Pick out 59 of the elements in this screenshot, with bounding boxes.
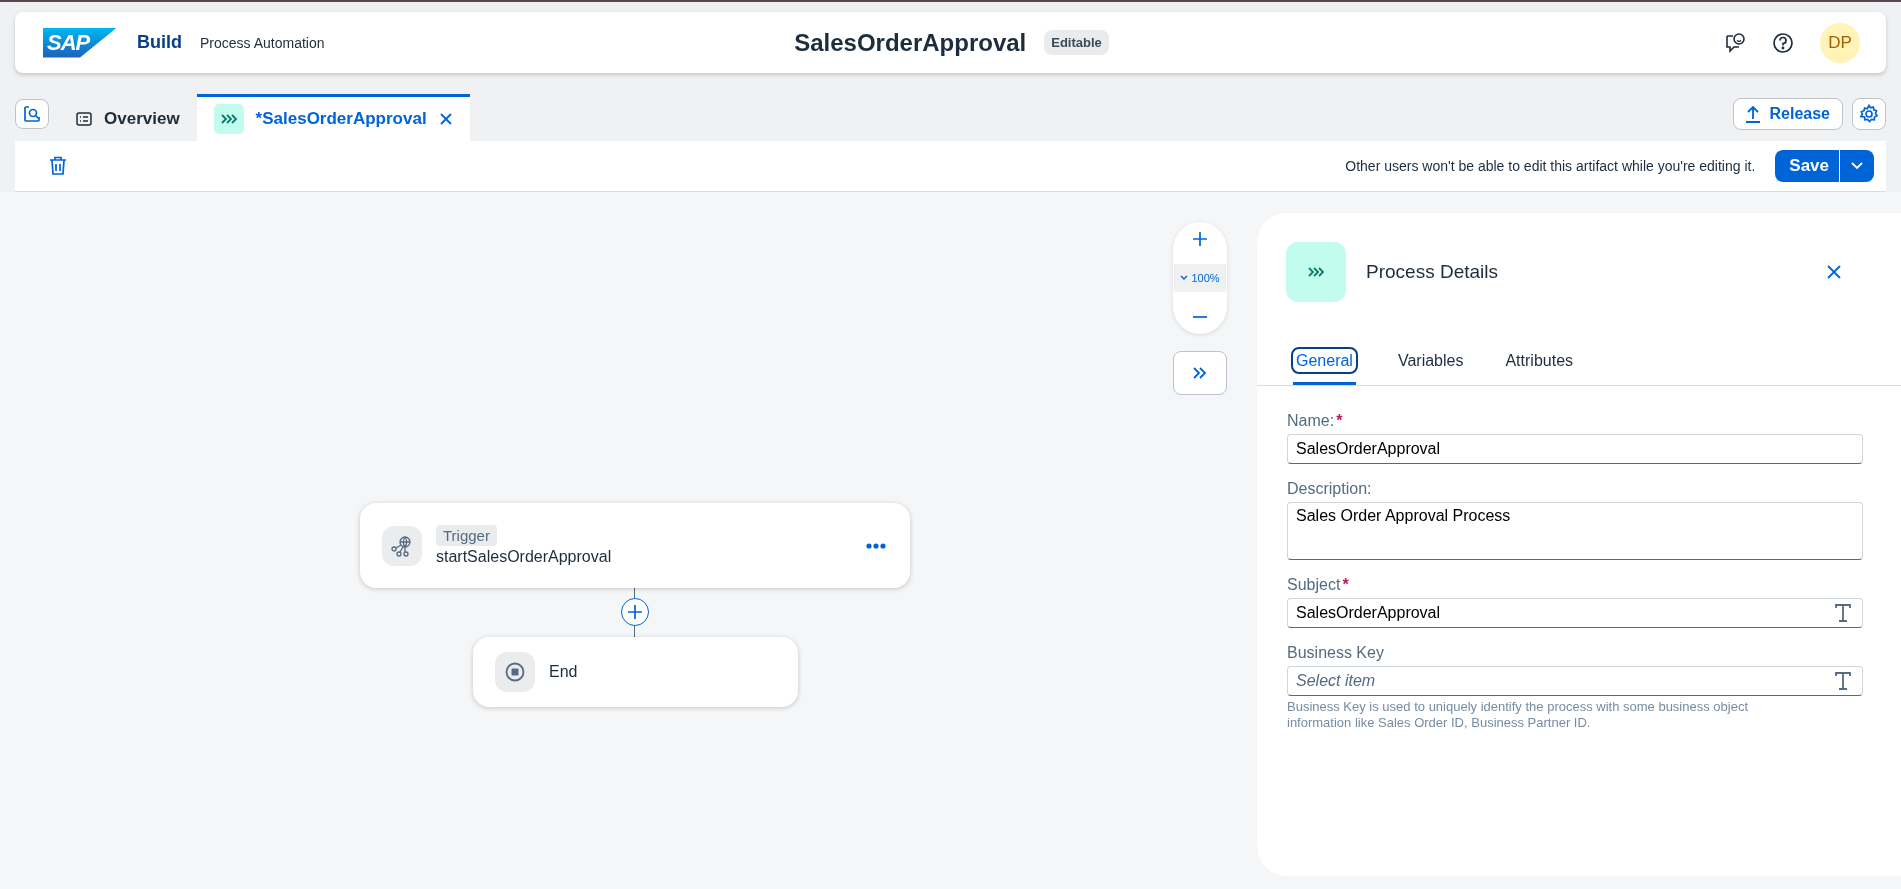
editor-tab[interactable]: Overview — [59, 94, 197, 141]
process-icon — [213, 104, 244, 134]
panel-tab[interactable]: Attributes — [1489, 346, 1590, 385]
required-mark: * — [1342, 576, 1349, 593]
end-node[interactable]: End — [473, 637, 798, 707]
field-label: Name: — [1287, 412, 1335, 429]
settings-icon — [1859, 104, 1879, 124]
caret-icon — [1850, 161, 1864, 171]
process-icon — [1286, 242, 1346, 302]
stop-icon — [505, 662, 525, 682]
panel-tab[interactable]: Variables — [1381, 346, 1480, 385]
search-button[interactable] — [15, 99, 49, 129]
text-area[interactable]: Sales Order Approval Process — [1287, 502, 1863, 560]
status-badge: Editable — [1044, 30, 1109, 55]
panel-tab[interactable]: General — [1293, 346, 1356, 385]
text-format-icon[interactable] — [1834, 603, 1852, 623]
zoom-level-button[interactable]: 100% — [1174, 264, 1226, 292]
save-menu-button[interactable] — [1839, 150, 1874, 182]
input-field[interactable]: Select item — [1287, 666, 1863, 696]
field-label: Subject — [1287, 576, 1341, 593]
add-step-button[interactable] — [621, 598, 649, 626]
plus-icon — [627, 604, 643, 620]
search-icon — [23, 105, 41, 123]
plus-icon — [1193, 232, 1207, 246]
field-label: Business Key — [1287, 644, 1384, 661]
settings-button[interactable] — [1852, 98, 1886, 130]
field-label: Description: — [1287, 480, 1372, 497]
network-icon — [391, 534, 413, 557]
panel-title: Process Details — [1366, 261, 1499, 283]
product-name: Build — [137, 32, 182, 53]
page-title: SalesOrderApproval — [794, 28, 1027, 57]
user-avatar[interactable]: DP — [1820, 22, 1860, 63]
feedback-icon[interactable] — [1724, 31, 1746, 54]
node-label: startSalesOrderApproval — [436, 548, 612, 566]
save-button[interactable]: Save — [1775, 150, 1839, 182]
node-type-tag: Trigger — [436, 525, 497, 546]
caret-icon — [1180, 275, 1189, 281]
node-label: End — [549, 663, 578, 681]
help-icon[interactable] — [1772, 31, 1794, 54]
upload-icon — [1743, 104, 1762, 124]
required-mark: * — [1336, 412, 1343, 429]
close-icon[interactable] — [438, 112, 453, 126]
input-field[interactable]: SalesOrderApproval — [1287, 598, 1863, 628]
more-icon[interactable] — [866, 542, 886, 549]
field-hint: Business Key is used to uniquely identify the process with some business object information like Sales Order ID, Business Partner ID. — [1287, 699, 1750, 731]
list-icon — [76, 112, 92, 126]
logo: SAP — [43, 27, 117, 58]
release-button[interactable]: Release — [1732, 98, 1843, 130]
trigger-node[interactable]: Trigger startSalesOrderApproval — [360, 503, 910, 588]
delete-icon[interactable] — [49, 156, 67, 176]
product-subtitle: Process Automation — [200, 34, 325, 51]
double-chevron-icon — [1192, 366, 1208, 380]
close-icon[interactable] — [1827, 265, 1841, 279]
zoom-in-button[interactable] — [1191, 230, 1209, 248]
editing-lock-message: Other users won't be able to edit this artifact while you're editing it. — [1345, 158, 1756, 174]
expand-button[interactable] — [1173, 351, 1227, 395]
editor-tab[interactable]: *SalesOrderApproval — [196, 94, 470, 141]
input-field[interactable]: SalesOrderApproval — [1287, 434, 1863, 464]
text-format-icon[interactable] — [1834, 671, 1852, 691]
